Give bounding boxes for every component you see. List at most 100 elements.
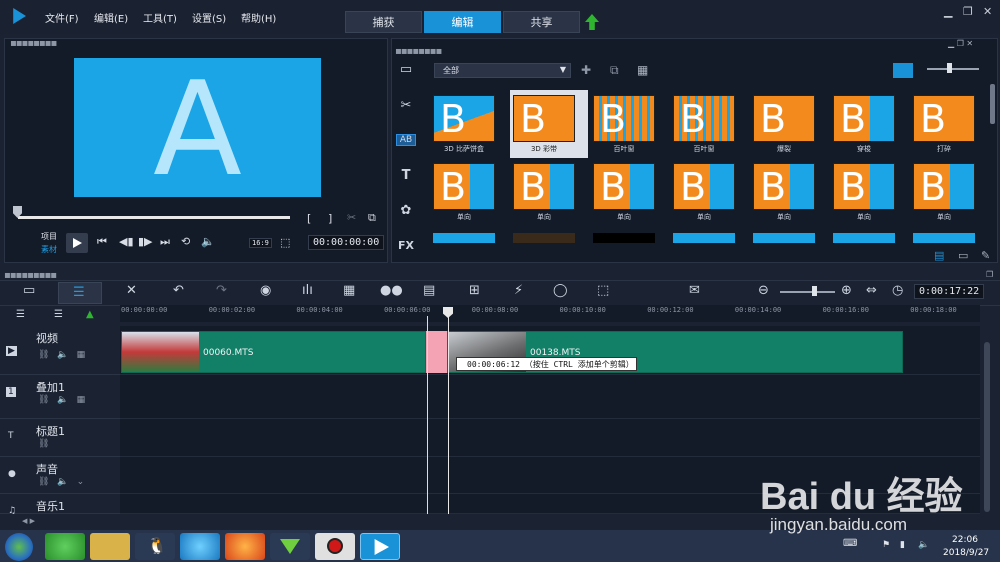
transition-thumb[interactable]: B 单向 — [430, 158, 508, 226]
time-remapping-icon[interactable]: ⚡ — [514, 283, 523, 298]
close-button[interactable]: ✕ — [983, 5, 992, 18]
thumb-size-handle[interactable] — [947, 63, 952, 73]
change-display-icon[interactable]: ⬚ — [280, 236, 290, 249]
video-clip-00060[interactable]: 00060.MTS — [121, 331, 426, 373]
sound-mixer-icon[interactable]: ılı — [302, 283, 313, 298]
tray-time[interactable]: 22:06 — [952, 535, 978, 545]
prev-frame-icon[interactable]: ◀▮ — [119, 235, 134, 248]
transition-clip[interactable] — [426, 331, 447, 373]
taskbar-explorer-icon[interactable] — [90, 533, 130, 560]
redo-icon[interactable]: ↷ — [216, 283, 227, 298]
menu-edit[interactable]: 编辑(E) — [94, 10, 128, 25]
tray-volume-icon[interactable]: 🔈 — [918, 540, 929, 550]
enlarge-preview-icon[interactable]: ⧉ — [368, 211, 376, 225]
multi-camera-icon[interactable]: ⊞ — [469, 283, 480, 298]
taskbar-media-icon[interactable] — [180, 533, 220, 560]
transition-thumb[interactable]: B 单向 — [510, 158, 588, 226]
taskbar-videostudio-icon[interactable] — [360, 533, 400, 560]
scrub-bar[interactable] — [18, 216, 290, 219]
track-controls[interactable]: ⛓🔈⌄ — [38, 477, 92, 487]
library-scrollbar[interactable] — [990, 84, 995, 124]
transition-thumb-partial[interactable] — [673, 233, 735, 243]
mark-in-button[interactable]: [ — [307, 212, 311, 225]
end-icon[interactable]: ⏭ — [160, 235, 170, 249]
volume-icon[interactable]: 🔈 — [201, 235, 215, 248]
clip-mode-label[interactable]: 素材 — [41, 244, 57, 255]
play-button[interactable] — [66, 233, 88, 253]
tray-keyboard-icon[interactable]: ⌨ — [843, 538, 857, 549]
auto-music-icon[interactable]: ▦ — [343, 283, 355, 298]
smart-package-icon[interactable]: ✉ — [689, 283, 700, 298]
show-library-icon[interactable]: ▤ — [934, 249, 944, 262]
track-lane[interactable] — [120, 375, 980, 419]
aspect-ratio-button[interactable]: 16:9 — [249, 238, 272, 248]
transition-thumb[interactable]: B 百叶窗 — [670, 90, 748, 158]
show-options-icon[interactable]: ▭ — [958, 249, 968, 262]
preview-timecode[interactable]: 00:00:00:00 — [308, 235, 385, 250]
record-capture-icon[interactable]: ◉ — [260, 283, 271, 298]
media-icon[interactable]: ▭ — [393, 62, 419, 77]
track-controls[interactable]: ⛓ — [38, 439, 57, 449]
next-frame-icon[interactable]: ▮▶ — [138, 235, 153, 248]
transition-thumb-partial[interactable] — [913, 233, 975, 243]
apply-current-icon[interactable]: ▦ — [637, 63, 648, 77]
tray-date[interactable]: 2018/9/27 — [943, 548, 989, 558]
zoom-slider[interactable] — [780, 291, 835, 293]
title-icon[interactable]: T — [393, 168, 419, 183]
apply-random-icon[interactable]: ⧉ — [610, 63, 619, 78]
fit-project-icon[interactable]: ⇔ — [866, 283, 877, 298]
taskbar-app-360-icon[interactable] — [45, 533, 85, 560]
taskbar-record-icon[interactable] — [315, 533, 355, 560]
transition-thumb[interactable]: B 单向 — [590, 158, 668, 226]
track-controls[interactable]: ⛓🔈▦ — [38, 395, 93, 405]
transition-thumb[interactable]: B 单向 — [750, 158, 828, 226]
subtitle-editor-icon[interactable]: ▤ — [423, 283, 435, 298]
pan-zoom-icon[interactable]: ⬚ — [597, 283, 609, 298]
thumb-size-slider[interactable] — [927, 68, 979, 70]
filter-icon[interactable]: FX — [393, 239, 419, 252]
transition-thumb[interactable]: B 爆裂 — [750, 90, 828, 158]
upload-icon[interactable] — [585, 14, 599, 30]
transition-thumb[interactable]: B 百叶窗 — [590, 90, 668, 158]
transition-thumb[interactable]: B 打碎 — [910, 90, 988, 158]
mask-creator-icon[interactable]: ◯ — [553, 283, 568, 298]
add-to-favorites-icon[interactable]: ✚ — [581, 63, 591, 77]
track-manager-icon[interactable]: ☰ — [16, 309, 25, 320]
transition-thumb-partial[interactable] — [513, 233, 575, 243]
project-mode-label[interactable]: 项目 — [41, 231, 57, 242]
taskbar-qq-icon[interactable]: 🐧 — [135, 533, 175, 560]
transition-thumb[interactable]: B 3D 比萨饼盒 — [430, 90, 508, 158]
library-grip-icon[interactable]: ▪▪▪▪▪▪▪▪ — [395, 46, 442, 57]
track-header[interactable]: ● 声音 ⛓🔈⌄ — [0, 457, 120, 494]
zoom-slider-handle[interactable] — [812, 286, 817, 296]
track-header[interactable]: ▶ 视频 ⛓🔈▦ — [0, 326, 120, 375]
zoom-out-icon[interactable]: ⊖ — [758, 283, 769, 298]
toolbox-icon[interactable]: ✕ — [126, 283, 137, 298]
split-clip-icon[interactable]: ✂ — [347, 211, 356, 224]
zoom-in-icon[interactable]: ⊕ — [841, 283, 852, 298]
transition-thumb[interactable]: B 3D 彩带 — [510, 90, 588, 158]
repeat-icon[interactable]: ⟲ — [181, 235, 190, 248]
project-duration-timecode[interactable]: 0:00:17:22 — [914, 284, 985, 299]
panel-grip-icon[interactable]: ▪▪▪▪▪▪▪▪ — [10, 38, 57, 49]
timeline-restore-icon[interactable]: ❐ — [986, 270, 993, 279]
edit-pen-icon[interactable]: ✎ — [981, 249, 990, 262]
tab-capture[interactable]: 捕获 — [345, 11, 422, 33]
storyboard-view-icon[interactable]: ▭ — [23, 283, 35, 298]
restore-button[interactable]: ❐ — [963, 5, 973, 18]
menu-tools[interactable]: 工具(T) — [143, 10, 177, 25]
tab-edit[interactable]: 编辑 — [424, 11, 501, 33]
transition-thumb-partial[interactable] — [433, 233, 495, 243]
chapter-point-icon[interactable]: ☰ — [54, 309, 63, 320]
track-header[interactable]: T 标题1 ⛓ — [0, 419, 120, 457]
motion-tracking-icon[interactable]: ●● — [380, 283, 403, 298]
transition-thumb[interactable]: B 单向 — [670, 158, 748, 226]
transition-thumb-partial[interactable] — [753, 233, 815, 243]
transition-thumb-partial[interactable] — [833, 233, 895, 243]
library-window-controls[interactable]: ▁ ❐ ✕ — [948, 39, 973, 48]
tab-share[interactable]: 共享 — [503, 11, 580, 33]
instant-project-icon[interactable]: ✂ — [393, 98, 419, 113]
ripple-editing-icon[interactable]: ▲ — [86, 309, 94, 320]
taskbar-firefox-icon[interactable] — [225, 533, 265, 560]
transition-icon[interactable]: AB — [396, 134, 416, 146]
